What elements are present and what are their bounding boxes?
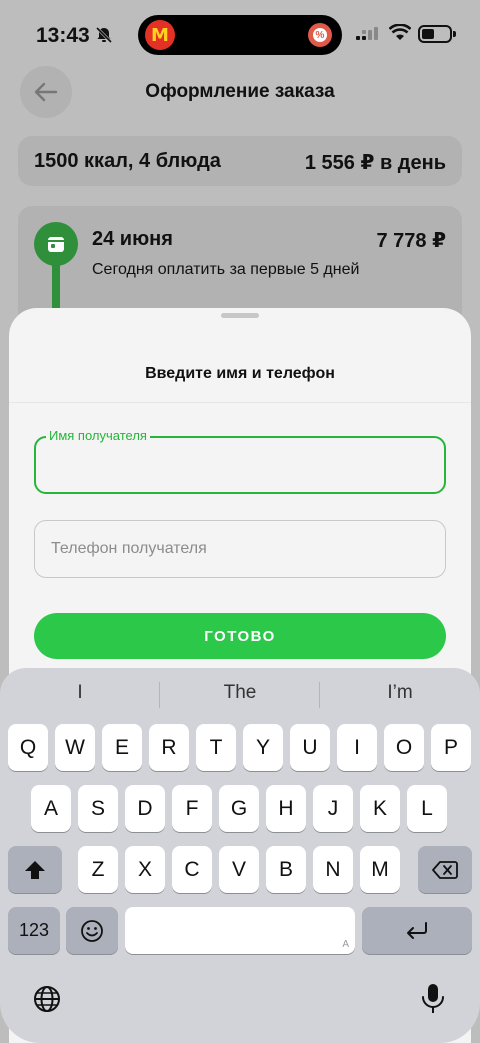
status-bar: 13:43 M % <box>0 0 480 70</box>
return-key[interactable] <box>362 907 472 954</box>
microphone-icon[interactable] <box>420 982 446 1016</box>
key-m[interactable]: M <box>360 846 400 893</box>
delivery-date: 24 июня <box>92 228 173 250</box>
key-r[interactable]: R <box>149 724 189 771</box>
key-o[interactable]: O <box>384 724 424 771</box>
key-q[interactable]: Q <box>8 724 48 771</box>
suggestion-bar: I The I’m <box>0 668 480 720</box>
suggestion-3[interactable]: I’m <box>320 682 480 704</box>
numbers-key[interactable]: 123 <box>8 907 60 954</box>
backspace-icon <box>432 860 458 879</box>
recipient-name-label: Имя получателя <box>46 428 150 443</box>
key-n[interactable]: N <box>313 846 353 893</box>
recipient-phone-input[interactable] <box>35 521 445 577</box>
key-p[interactable]: P <box>431 724 471 771</box>
key-l[interactable]: L <box>407 785 447 832</box>
space-key[interactable]: A <box>125 907 355 954</box>
divider <box>9 402 471 403</box>
key-v[interactable]: V <box>219 846 259 893</box>
battery-icon <box>418 25 456 43</box>
key-g[interactable]: G <box>219 785 259 832</box>
wifi-icon <box>389 24 411 40</box>
suggestion-1[interactable]: I <box>0 682 160 704</box>
payment-note: Сегодня оплатить за первые 5 дней <box>92 261 360 278</box>
keyboard: I The I’m Q W E R T Y U I O P A S D F G … <box>0 668 480 1043</box>
key-k[interactable]: K <box>360 785 400 832</box>
emoji-key[interactable] <box>66 907 118 954</box>
key-b[interactable]: B <box>266 846 306 893</box>
recipient-name-input[interactable] <box>36 438 444 492</box>
space-corner-letter: A <box>342 939 349 950</box>
key-e[interactable]: E <box>102 724 142 771</box>
key-d[interactable]: D <box>125 785 165 832</box>
globe-icon[interactable] <box>32 984 62 1014</box>
recipient-name-field[interactable]: Имя получателя <box>34 428 446 494</box>
discount-badge-icon: % <box>308 23 332 47</box>
suggestion-2[interactable]: The <box>160 682 320 704</box>
dynamic-island: M % <box>138 15 342 55</box>
key-t[interactable]: T <box>196 724 236 771</box>
bell-off-icon <box>95 26 113 44</box>
plan-label: 1500 ккал, 4 блюда <box>34 150 221 172</box>
sheet-title: Введите имя и телефон <box>145 365 335 382</box>
key-i[interactable]: I <box>337 724 377 771</box>
shift-key[interactable] <box>8 846 62 893</box>
ready-button[interactable]: ГОТОВО <box>34 613 446 659</box>
emoji-icon <box>81 919 103 942</box>
key-j[interactable]: J <box>313 785 353 832</box>
recipient-phone-field[interactable] <box>34 520 446 578</box>
key-c[interactable]: C <box>172 846 212 893</box>
key-x[interactable]: X <box>125 846 165 893</box>
key-f[interactable]: F <box>172 785 212 832</box>
key-y[interactable]: Y <box>243 724 283 771</box>
page-title: Оформление заказа <box>145 81 335 102</box>
key-u[interactable]: U <box>290 724 330 771</box>
status-time: 13:43 <box>36 24 90 47</box>
key-z[interactable]: Z <box>78 846 118 893</box>
return-icon <box>407 921 427 939</box>
app-logo-icon: M <box>145 20 175 50</box>
shift-icon <box>25 860 45 879</box>
order-summary-card: 1500 ккал, 4 блюда 1 556 ₽ в день <box>18 136 462 186</box>
key-a[interactable]: A <box>31 785 71 832</box>
calendar-icon <box>34 222 78 266</box>
cellular-signal-icon <box>356 27 378 40</box>
key-s[interactable]: S <box>78 785 118 832</box>
delivery-amount: 7 778 ₽ <box>376 230 446 252</box>
key-w[interactable]: W <box>55 724 95 771</box>
price-per-day: 1 556 ₽ в день <box>304 152 446 174</box>
backspace-key[interactable] <box>418 846 472 893</box>
sheet-grabber[interactable] <box>221 313 259 318</box>
key-h[interactable]: H <box>266 785 306 832</box>
